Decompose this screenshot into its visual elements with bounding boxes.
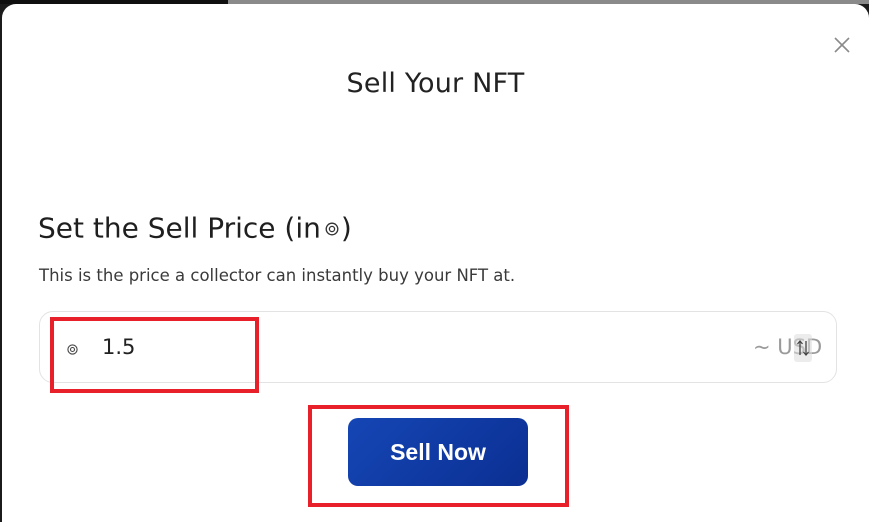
sell-price-description: This is the price a collector can instan… [39, 266, 516, 285]
sell-nft-dialog: Sell Your NFT Set the Sell Price (in) Th… [2, 4, 869, 522]
swap-vertical-icon[interactable] [794, 334, 812, 362]
price-input[interactable] [102, 330, 662, 364]
dialog-title: Sell Your NFT [346, 68, 525, 99]
sell-price-heading: Set the Sell Price (in) [38, 210, 352, 249]
coin-icon [67, 342, 78, 360]
price-field[interactable]: ~ USD [39, 311, 837, 383]
sell-price-heading-close: ) [340, 211, 352, 245]
coin-icon [325, 210, 339, 243]
sell-price-heading-text: Set the Sell Price (in [38, 211, 321, 245]
close-icon[interactable] [831, 34, 853, 56]
sell-now-button[interactable]: Sell Now [348, 418, 528, 486]
